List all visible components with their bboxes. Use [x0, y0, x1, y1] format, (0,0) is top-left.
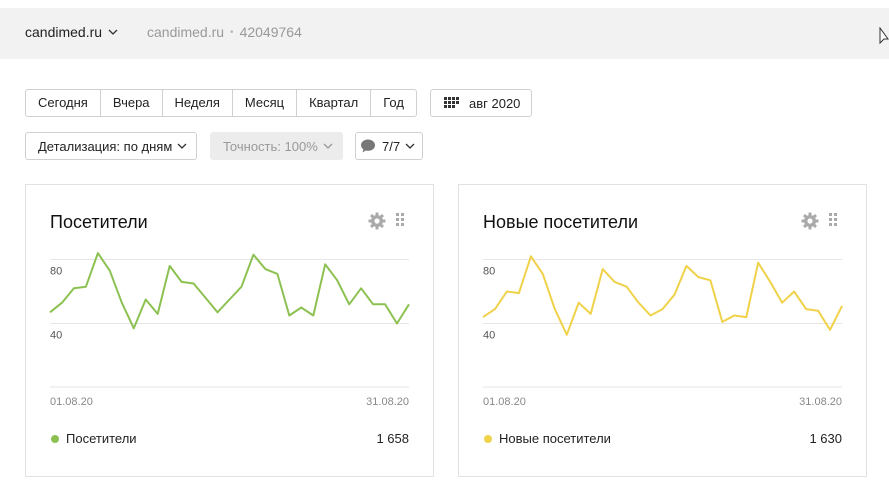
segments-filter-button[interactable]: 7/7	[355, 132, 423, 160]
period-week-button[interactable]: Неделя	[163, 90, 233, 116]
site-meta: candimed.ru • 42049764	[147, 24, 302, 40]
counter-id: 42049764	[239, 24, 302, 40]
total-value: 1 658	[376, 431, 409, 446]
chevron-down-icon	[323, 143, 333, 149]
accuracy-label: Точность: 100%	[223, 138, 318, 154]
widget-new-visitors: Новые посетители 80 40 01.08.20 31.08.20 …	[458, 184, 867, 477]
period-yesterday-button[interactable]: Вчера	[101, 90, 163, 116]
detail-label: Детализация: по дням	[38, 138, 173, 154]
legend-dot	[51, 434, 59, 443]
date-range-label: авг 2020	[469, 95, 521, 111]
legend-label: Новые посетители	[499, 431, 611, 446]
period-year-button[interactable]: Год	[371, 90, 416, 116]
accuracy-dropdown: Точность: 100%	[210, 132, 343, 160]
chart-legend: Новые посетители	[484, 431, 611, 446]
detail-dropdown[interactable]: Детализация: по дням	[25, 132, 197, 160]
site-domain: candimed.ru	[147, 24, 225, 40]
x-axis-end-label: 31.08.20	[366, 396, 409, 408]
legend-dot	[484, 434, 492, 443]
site-separator: •	[230, 26, 234, 38]
y-tick-label: 40	[483, 330, 495, 342]
date-range-button[interactable]: авг 2020	[430, 89, 532, 117]
chevron-down-icon	[405, 143, 415, 149]
y-tick-label: 80	[483, 266, 495, 278]
period-quarter-button[interactable]: Квартал	[297, 90, 372, 116]
segments-label: 7/7	[382, 138, 401, 154]
calendar-icon	[444, 97, 459, 108]
period-today-button[interactable]: Сегодня	[26, 90, 101, 116]
chevron-down-icon	[177, 143, 187, 149]
series-line	[482, 255, 843, 336]
speech-bubble-icon	[361, 139, 375, 153]
series-line	[49, 252, 410, 330]
top-bar: candimed.ru candimed.ru • 42049764	[0, 8, 889, 59]
chevron-down-icon	[108, 29, 118, 35]
legend-label: Посетители	[66, 431, 137, 446]
new-visitors-chart: 80 40	[482, 255, 843, 388]
y-tick-label: 40	[50, 330, 62, 342]
y-tick-label: 80	[50, 266, 62, 278]
site-name: candimed.ru	[25, 24, 103, 40]
total-value: 1 630	[809, 431, 842, 446]
widget-visitors: Посетители 80 40 01.08.20 31.08.20 Посети…	[25, 184, 434, 477]
x-axis-start-label: 01.08.20	[50, 396, 93, 408]
period-selector: Сегодня Вчера Неделя Месяц Квартал Год	[25, 89, 417, 117]
x-axis-end-label: 31.08.20	[799, 396, 842, 408]
visitors-chart: 80 40	[49, 252, 410, 388]
x-axis-start-label: 01.08.20	[483, 396, 526, 408]
chart-legend: Посетители	[51, 431, 137, 446]
site-selector[interactable]: candimed.ru	[25, 24, 118, 40]
mouse-cursor-icon	[879, 27, 889, 45]
period-month-button[interactable]: Месяц	[233, 90, 298, 116]
